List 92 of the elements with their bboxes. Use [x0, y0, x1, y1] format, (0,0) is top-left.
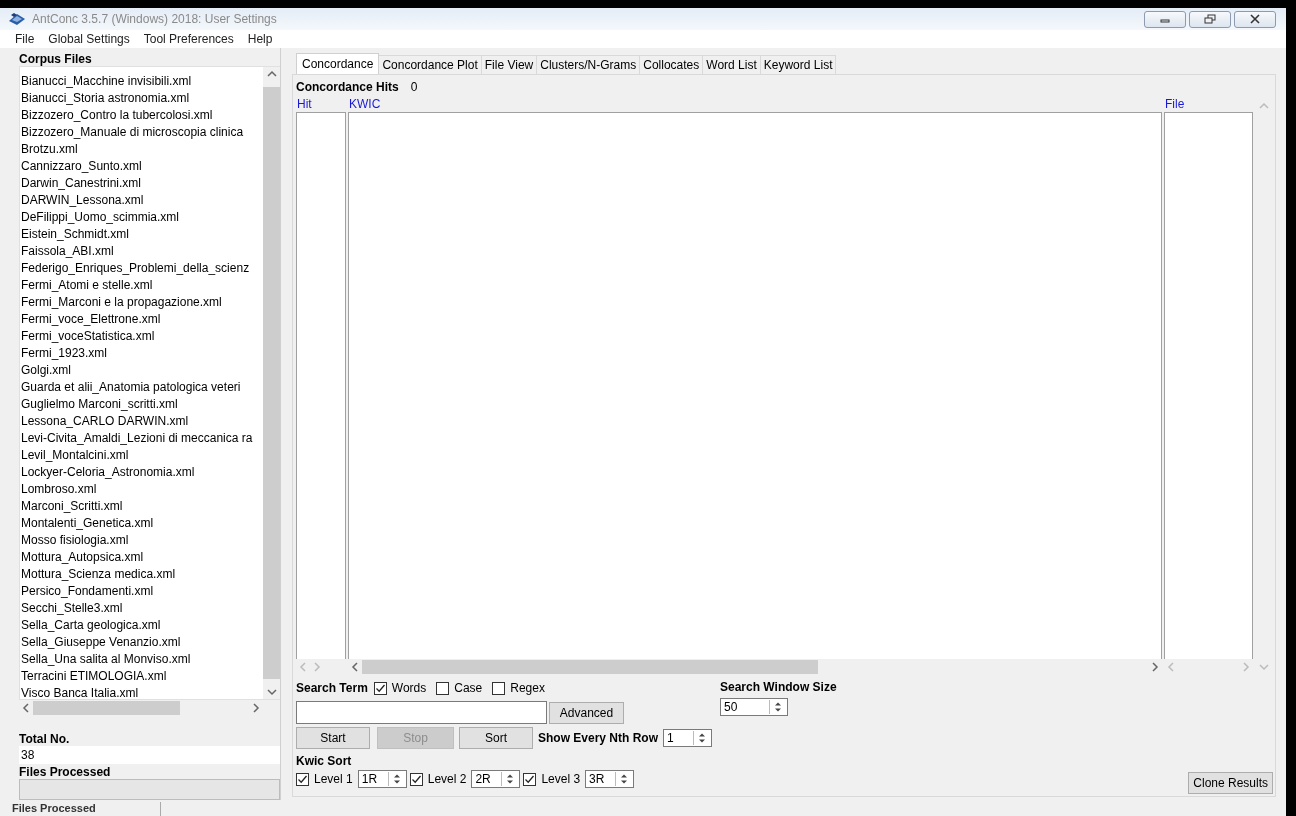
file-list-item[interactable]: Darwin_Canestrini.xml	[20, 175, 263, 193]
sort-level-spinner[interactable]: 2R	[471, 770, 521, 788]
restore-icon	[1204, 14, 1216, 24]
file-list-item[interactable]: Lessona_CARLO DARWIN.xml	[20, 413, 263, 431]
total-value-field: 38	[19, 745, 280, 764]
app-logo-icon	[8, 12, 26, 26]
level-label: Level 3	[541, 772, 581, 786]
file-list-item[interactable]: Marconi_Scritti.xml	[20, 498, 263, 516]
spinner-value: 1R	[361, 772, 379, 786]
checkbox[interactable]	[523, 772, 537, 786]
checkbox[interactable]	[296, 772, 309, 786]
kwic-sort-label: Kwic Sort	[296, 754, 353, 768]
nth-row-spinner[interactable]: 1	[663, 729, 713, 747]
window-size-spinner[interactable]: 50	[720, 698, 788, 716]
file-list-item[interactable]: Guglielmo Marconi_scritti.xml	[20, 396, 263, 414]
list-heading: Corpus Files	[19, 52, 93, 67]
menu-item[interactable]: File	[8, 32, 42, 46]
file-list-item[interactable]: Fermi_Marconi e la propagazione.xml	[20, 294, 263, 312]
file-list-item[interactable]: Mosso fisiologia.xml	[20, 532, 263, 550]
file-list-item[interactable]: Lombroso.xml	[20, 481, 263, 499]
checkbox[interactable]	[492, 681, 506, 695]
action-button[interactable]: Sort	[459, 727, 533, 749]
file-list-item[interactable]: Bianucci_Storia astronomia.xml	[20, 90, 263, 108]
column-header[interactable]: KWIC	[348, 97, 1164, 112]
file-list-item[interactable]: Secchi_Stelle3.xml	[20, 600, 263, 618]
checkbox[interactable]	[409, 772, 423, 786]
spinner-value: 1	[667, 731, 675, 745]
file-list-item[interactable]: Mottura_Scienza medica.xml	[20, 566, 263, 584]
search-term-label: Search Term	[296, 681, 368, 695]
menu-item[interactable]: Global Settings	[41, 32, 137, 46]
file-list-item[interactable]: Sella_Una salita al Monviso.xml	[20, 651, 263, 669]
file-list-item[interactable]: Levil_Montalcini.xml	[20, 447, 263, 465]
checkbox-label: Words	[391, 681, 427, 695]
file-list-item[interactable]: Lockyer-Celoria_Astronomia.xml	[20, 464, 263, 482]
menu-item[interactable]: Tool Preferences	[136, 32, 241, 46]
file-list-item[interactable]: Fermi_voce_Elettrone.xml	[20, 311, 263, 329]
clone-results-button[interactable]: Clone Results	[1188, 772, 1273, 794]
nth-row-label: Show Every Nth Row	[538, 731, 659, 745]
search-field[interactable]	[296, 701, 547, 724]
file-list-item[interactable]: Eistein_Schmidt.xml	[20, 226, 263, 244]
spinner-value: 3R	[589, 772, 606, 786]
file-list-item[interactable]: Golgi.xml	[20, 362, 263, 380]
file-list-item[interactable]: Guarda et alii_Anatomia patologica veteri	[20, 379, 263, 397]
file-list-item[interactable]: Faissola_ABI.xml	[20, 243, 263, 261]
scroll-thumb[interactable]	[33, 701, 180, 716]
progress-label: Files Processed	[19, 764, 112, 779]
file-list-item[interactable]: Sella_Giuseppe Venanzio.xml	[20, 634, 263, 652]
close-button[interactable]	[1234, 10, 1276, 28]
checkbox-label: Regex	[510, 681, 545, 695]
file-list-item[interactable]: DARWIN_Lessona.xml	[20, 192, 263, 210]
sort-level-spinner[interactable]: 1R	[357, 770, 407, 788]
file-list-item[interactable]: Fermi_Atomi e stelle.xml	[20, 277, 263, 295]
file-list-item[interactable]: Bizzozero_Contro la tubercolosi.xml	[20, 107, 263, 125]
spinner-value: 50	[724, 700, 739, 714]
file-list-item[interactable]: Federigo_Enriques_Problemi_della_scienz	[20, 260, 263, 278]
scroll-thumb[interactable]	[362, 659, 818, 674]
file-list-item[interactable]: Bizzozero_Manuale di microscopia clinica	[20, 124, 263, 142]
advanced-button[interactable]: Advanced	[549, 701, 624, 724]
menu-item[interactable]: Help	[240, 32, 280, 46]
background-window-label: Files Processed	[12, 802, 161, 816]
hits-count: 0	[410, 79, 418, 94]
file-list-item[interactable]: Montalenti_Genetica.xml	[20, 515, 263, 533]
window-size-label: Search Window Size	[720, 680, 837, 694]
close-icon	[1249, 14, 1261, 24]
file-list-item[interactable]: Sella_Carta geologica.xml	[20, 617, 263, 635]
action-button[interactable]: Start	[296, 727, 370, 749]
checkbox-label: Case	[454, 681, 483, 695]
hits-label: Concordance Hits	[296, 79, 399, 94]
checkbox[interactable]	[373, 681, 387, 695]
checkbox[interactable]	[436, 681, 450, 695]
spinner-value: 2R	[475, 772, 492, 786]
window-title: AntConc 3.5.7 (Windows) 2018: User Settings	[32, 12, 278, 26]
file-list-item[interactable]: Fermi_1923.xml	[20, 345, 263, 363]
file-list-item[interactable]: Mottura_Autopsica.xml	[20, 549, 263, 567]
column-header[interactable]: File	[1164, 97, 1255, 112]
tab[interactable]: Keyword List	[759, 55, 837, 74]
file-list-item[interactable]: Fermi_voceStatistica.xml	[20, 328, 263, 346]
file-list-item[interactable]: Brotzu.xml	[20, 141, 263, 159]
file-list-item[interactable]: Bianucci_Macchine invisibili.xml	[20, 73, 263, 91]
file-list-item[interactable]: Levi-Civita_Amaldi_Lezioni di meccanica ra	[20, 430, 263, 448]
file-list-item[interactable]: Cannizzaro_Sunto.xml	[20, 158, 263, 176]
minimize-button[interactable]	[1144, 10, 1186, 28]
column-header[interactable]: Hit	[296, 97, 348, 112]
total-label: Total No.	[19, 731, 71, 746]
level-label: Level 1	[314, 772, 353, 786]
sort-level-spinner[interactable]: 3R	[585, 770, 635, 788]
file-list-item[interactable]: Visco Banca Italia.xml	[20, 685, 263, 700]
level-label: Level 2	[427, 772, 467, 786]
tab[interactable]: Concordance	[296, 53, 380, 74]
file-list-item[interactable]: Terracini ETIMOLOGIA.xml	[20, 668, 263, 686]
file-list-item[interactable]: DeFilippi_Uomo_scimmia.xml	[20, 209, 263, 227]
file-list-item[interactable]: Persico_Fondamenti.xml	[20, 583, 263, 601]
